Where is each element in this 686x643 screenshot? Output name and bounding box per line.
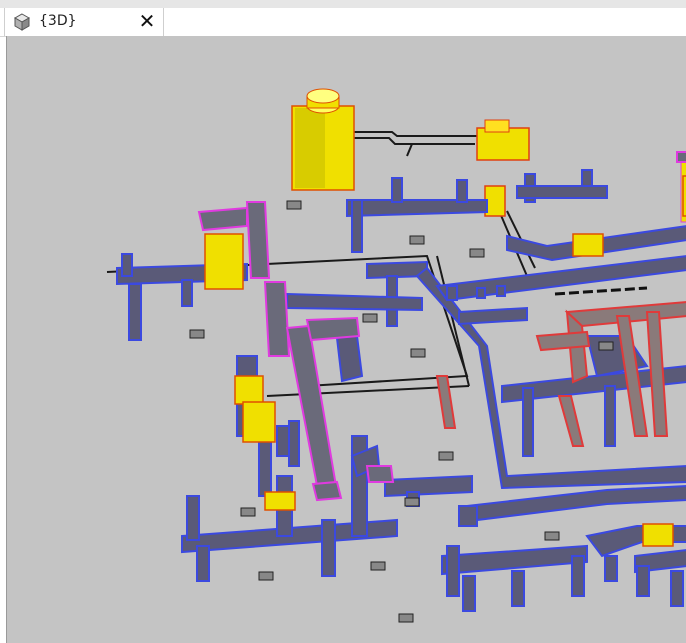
- cooling-tower[interactable]: [291, 88, 355, 191]
- document-tab-bar: {3D} ✕: [0, 0, 686, 37]
- 3d-model-viewport[interactable]: [6, 36, 686, 643]
- pipe-run[interactable]: [554, 286, 648, 296]
- model-canvas[interactable]: [7, 36, 686, 643]
- tab-bar-strip: [0, 0, 686, 8]
- tab-label: {3D}: [39, 13, 77, 29]
- close-icon[interactable]: ✕: [137, 10, 157, 32]
- 3d-cube-icon: [13, 13, 31, 31]
- tab-3d-view[interactable]: {3D} ✕: [4, 8, 164, 36]
